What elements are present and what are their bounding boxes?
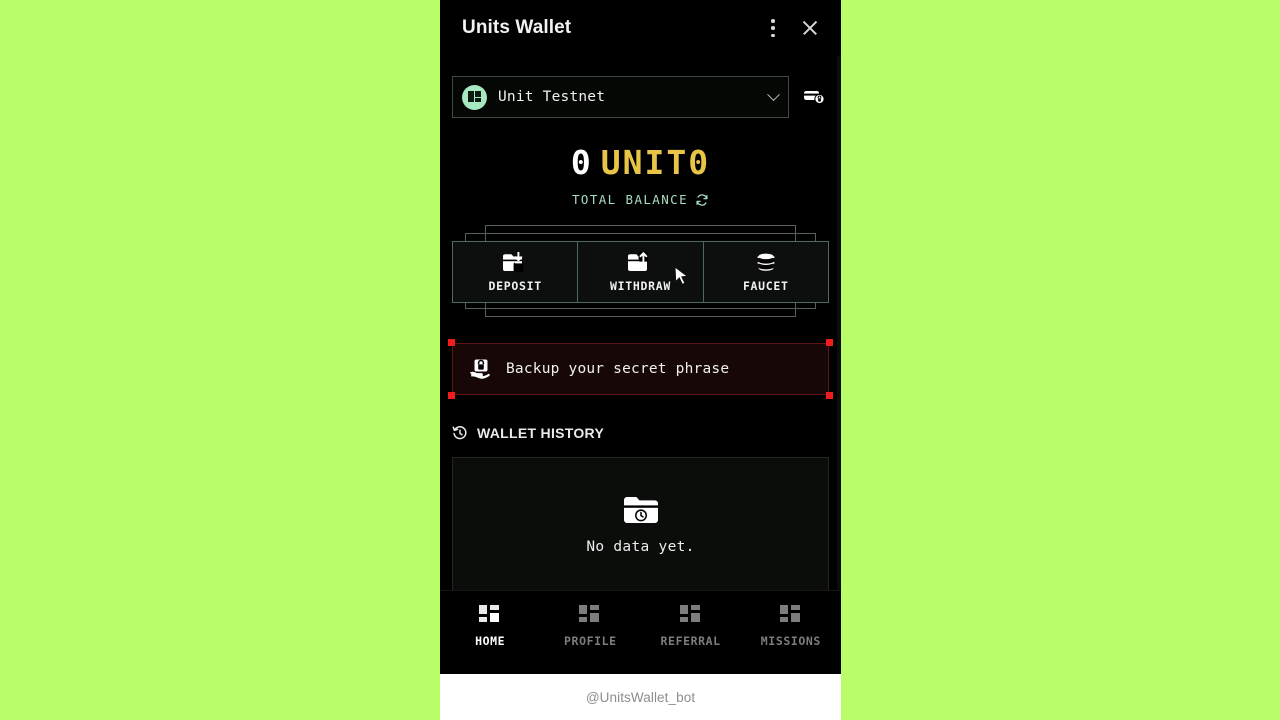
wallet-history-header: WALLET HISTORY — [440, 395, 841, 441]
faucet-label: FAUCET — [742, 278, 789, 293]
corner-marker — [826, 339, 833, 346]
wallet-actions-zone: DEPOSIT WITHDRAW FAUCET — [452, 225, 829, 317]
total-balance-label-row: TOTAL BALANCE — [440, 192, 841, 207]
network-row: Unit Testnet — [440, 56, 841, 118]
folder-download-icon — [503, 251, 524, 272]
network-select-value: Unit Testnet — [498, 89, 606, 105]
deposit-label: DEPOSIT — [488, 278, 542, 293]
nav-label-missions: MISSIONS — [760, 634, 821, 648]
unit-logo-icon — [462, 84, 487, 110]
backup-banner-zone: Backup your secret phrase — [448, 339, 833, 399]
empty-state-text: No data yet. — [586, 539, 695, 555]
dashboard-icon — [779, 605, 802, 625]
total-balance-label: TOTAL BALANCE — [571, 192, 689, 207]
card-lock-icon[interactable] — [799, 76, 829, 118]
network-select[interactable]: Unit Testnet — [452, 76, 789, 118]
nav-label-home: HOME — [475, 634, 506, 648]
bot-handle: @UnitsWallet_bot — [585, 689, 696, 705]
screen: Units Wallet Unit Testnet 0 UNIT0 TOTAL … — [0, 0, 1280, 720]
corner-marker — [448, 392, 455, 399]
balance-amount: 0 — [570, 143, 592, 182]
close-icon[interactable] — [801, 19, 819, 37]
faucet-button[interactable]: FAUCET — [702, 242, 828, 302]
withdraw-button[interactable]: WITHDRAW — [577, 242, 703, 302]
app-footer: @UnitsWallet_bot — [440, 674, 841, 720]
deposit-button[interactable]: DEPOSIT — [453, 242, 578, 302]
backup-secret-phrase-banner[interactable]: Backup your secret phrase — [448, 339, 833, 399]
scrollbar-track[interactable] — [837, 56, 841, 590]
more-vertical-icon[interactable] — [771, 19, 775, 37]
total-balance-value: 0 UNIT0 — [440, 146, 841, 179]
backup-banner-text: Backup your secret phrase — [506, 361, 730, 377]
refresh-icon[interactable] — [695, 193, 709, 207]
wallet-app-window: Units Wallet Unit Testnet 0 UNIT0 TOTAL … — [440, 0, 841, 720]
chevron-down-icon — [767, 87, 780, 101]
nav-item-missions[interactable]: MISSIONS — [741, 605, 841, 648]
wallet-history-title: WALLET HISTORY — [477, 425, 605, 441]
nav-label-profile: PROFILE — [564, 634, 617, 648]
dashboard-icon — [479, 605, 501, 625]
wallet-actions: DEPOSIT WITHDRAW FAUCET — [452, 241, 829, 303]
nav-label-referral: REFERRAL — [660, 634, 721, 648]
dashboard-icon — [679, 605, 702, 625]
wallet-history-panel: No data yet. — [452, 457, 829, 590]
dashboard-icon — [579, 605, 601, 625]
bottom-navigation: HOME PROFILE REFERRAL MISSIONS — [440, 590, 841, 674]
folder-clock-icon — [623, 497, 658, 523]
scrollbar-thumb[interactable] — [837, 56, 841, 590]
folder-upload-icon — [628, 251, 649, 271]
hand-lock-icon — [470, 359, 490, 379]
app-body: Unit Testnet 0 UNIT0 TOTAL BALANCE DEPOS… — [440, 56, 841, 590]
header-actions — [771, 19, 819, 37]
coins-stack-icon — [757, 253, 775, 271]
balance-ticker: UNIT0 — [600, 143, 711, 182]
balance-section: 0 UNIT0 TOTAL BALANCE — [440, 118, 841, 207]
withdraw-label: WITHDRAW — [609, 278, 671, 293]
nav-item-profile[interactable]: PROFILE — [540, 605, 640, 648]
app-header: Units Wallet — [440, 0, 841, 56]
corner-marker — [826, 392, 833, 399]
nav-item-referral[interactable]: REFERRAL — [641, 605, 741, 648]
history-clock-icon — [452, 426, 467, 440]
page-title: Units Wallet — [462, 17, 572, 38]
corner-marker — [448, 339, 455, 346]
nav-item-home[interactable]: HOME — [440, 605, 540, 648]
